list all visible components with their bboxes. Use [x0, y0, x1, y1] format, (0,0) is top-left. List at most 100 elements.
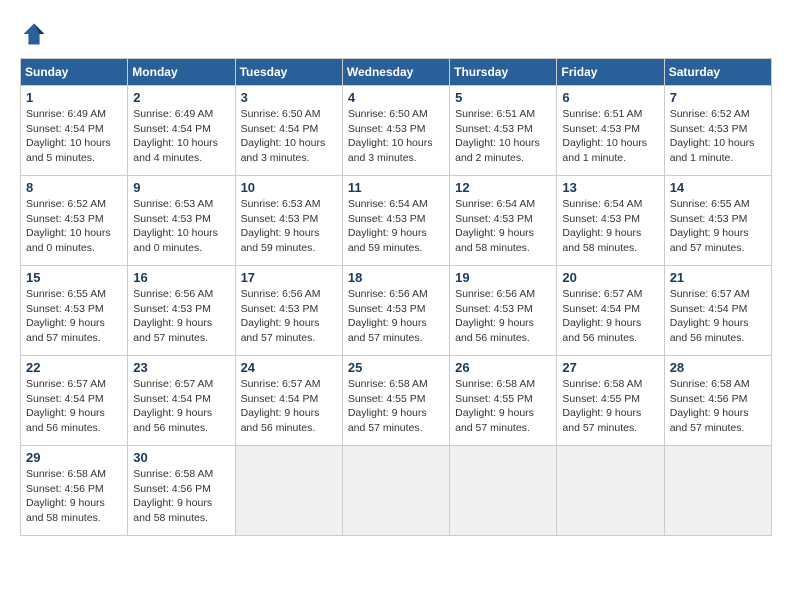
day-number: 12: [455, 180, 551, 195]
day-info: Sunrise: 6:54 AM Sunset: 4:53 PM Dayligh…: [562, 197, 658, 256]
calendar-week-3: 15 Sunrise: 6:55 AM Sunset: 4:53 PM Dayl…: [21, 266, 772, 356]
day-info: Sunrise: 6:56 AM Sunset: 4:53 PM Dayligh…: [455, 287, 551, 346]
day-info: Sunrise: 6:58 AM Sunset: 4:55 PM Dayligh…: [455, 377, 551, 436]
day-number: 15: [26, 270, 122, 285]
day-header-tuesday: Tuesday: [235, 59, 342, 86]
calendar-cell: 22 Sunrise: 6:57 AM Sunset: 4:54 PM Dayl…: [21, 356, 128, 446]
calendar-week-1: 1 Sunrise: 6:49 AM Sunset: 4:54 PM Dayli…: [21, 86, 772, 176]
calendar-cell: 29 Sunrise: 6:58 AM Sunset: 4:56 PM Dayl…: [21, 446, 128, 536]
day-info: Sunrise: 6:58 AM Sunset: 4:55 PM Dayligh…: [562, 377, 658, 436]
day-info: Sunrise: 6:50 AM Sunset: 4:53 PM Dayligh…: [348, 107, 444, 166]
day-number: 8: [26, 180, 122, 195]
day-info: Sunrise: 6:58 AM Sunset: 4:55 PM Dayligh…: [348, 377, 444, 436]
calendar-cell: 4 Sunrise: 6:50 AM Sunset: 4:53 PM Dayli…: [342, 86, 449, 176]
day-info: Sunrise: 6:57 AM Sunset: 4:54 PM Dayligh…: [670, 287, 766, 346]
calendar-cell: 7 Sunrise: 6:52 AM Sunset: 4:53 PM Dayli…: [664, 86, 771, 176]
calendar-cell: 17 Sunrise: 6:56 AM Sunset: 4:53 PM Dayl…: [235, 266, 342, 356]
day-info: Sunrise: 6:56 AM Sunset: 4:53 PM Dayligh…: [348, 287, 444, 346]
day-info: Sunrise: 6:56 AM Sunset: 4:53 PM Dayligh…: [133, 287, 229, 346]
day-number: 6: [562, 90, 658, 105]
day-number: 20: [562, 270, 658, 285]
day-info: Sunrise: 6:58 AM Sunset: 4:56 PM Dayligh…: [26, 467, 122, 526]
calendar-cell: 18 Sunrise: 6:56 AM Sunset: 4:53 PM Dayl…: [342, 266, 449, 356]
calendar-week-5: 29 Sunrise: 6:58 AM Sunset: 4:56 PM Dayl…: [21, 446, 772, 536]
day-number: 28: [670, 360, 766, 375]
calendar-cell: 24 Sunrise: 6:57 AM Sunset: 4:54 PM Dayl…: [235, 356, 342, 446]
day-number: 10: [241, 180, 337, 195]
day-info: Sunrise: 6:54 AM Sunset: 4:53 PM Dayligh…: [455, 197, 551, 256]
calendar-cell: 23 Sunrise: 6:57 AM Sunset: 4:54 PM Dayl…: [128, 356, 235, 446]
calendar-cell: [664, 446, 771, 536]
day-header-sunday: Sunday: [21, 59, 128, 86]
calendar-cell: [235, 446, 342, 536]
day-info: Sunrise: 6:58 AM Sunset: 4:56 PM Dayligh…: [133, 467, 229, 526]
day-info: Sunrise: 6:57 AM Sunset: 4:54 PM Dayligh…: [26, 377, 122, 436]
calendar-cell: 26 Sunrise: 6:58 AM Sunset: 4:55 PM Dayl…: [450, 356, 557, 446]
calendar-cell: 3 Sunrise: 6:50 AM Sunset: 4:54 PM Dayli…: [235, 86, 342, 176]
calendar-cell: 2 Sunrise: 6:49 AM Sunset: 4:54 PM Dayli…: [128, 86, 235, 176]
calendar-cell: 25 Sunrise: 6:58 AM Sunset: 4:55 PM Dayl…: [342, 356, 449, 446]
day-number: 3: [241, 90, 337, 105]
day-info: Sunrise: 6:53 AM Sunset: 4:53 PM Dayligh…: [133, 197, 229, 256]
day-info: Sunrise: 6:49 AM Sunset: 4:54 PM Dayligh…: [26, 107, 122, 166]
day-number: 27: [562, 360, 658, 375]
calendar-table: SundayMondayTuesdayWednesdayThursdayFrid…: [20, 58, 772, 536]
day-info: Sunrise: 6:52 AM Sunset: 4:53 PM Dayligh…: [26, 197, 122, 256]
day-info: Sunrise: 6:56 AM Sunset: 4:53 PM Dayligh…: [241, 287, 337, 346]
calendar-cell: [342, 446, 449, 536]
day-number: 5: [455, 90, 551, 105]
day-header-wednesday: Wednesday: [342, 59, 449, 86]
day-number: 29: [26, 450, 122, 465]
calendar-cell: [557, 446, 664, 536]
day-number: 2: [133, 90, 229, 105]
day-info: Sunrise: 6:51 AM Sunset: 4:53 PM Dayligh…: [455, 107, 551, 166]
calendar-header-row: SundayMondayTuesdayWednesdayThursdayFrid…: [21, 59, 772, 86]
day-info: Sunrise: 6:50 AM Sunset: 4:54 PM Dayligh…: [241, 107, 337, 166]
day-info: Sunrise: 6:51 AM Sunset: 4:53 PM Dayligh…: [562, 107, 658, 166]
calendar-cell: 5 Sunrise: 6:51 AM Sunset: 4:53 PM Dayli…: [450, 86, 557, 176]
day-header-friday: Friday: [557, 59, 664, 86]
calendar-cell: 11 Sunrise: 6:54 AM Sunset: 4:53 PM Dayl…: [342, 176, 449, 266]
calendar-cell: 8 Sunrise: 6:52 AM Sunset: 4:53 PM Dayli…: [21, 176, 128, 266]
day-number: 1: [26, 90, 122, 105]
day-number: 11: [348, 180, 444, 195]
day-number: 9: [133, 180, 229, 195]
calendar-cell: 27 Sunrise: 6:58 AM Sunset: 4:55 PM Dayl…: [557, 356, 664, 446]
day-info: Sunrise: 6:55 AM Sunset: 4:53 PM Dayligh…: [670, 197, 766, 256]
day-header-saturday: Saturday: [664, 59, 771, 86]
day-header-thursday: Thursday: [450, 59, 557, 86]
day-header-monday: Monday: [128, 59, 235, 86]
calendar-cell: 21 Sunrise: 6:57 AM Sunset: 4:54 PM Dayl…: [664, 266, 771, 356]
day-info: Sunrise: 6:57 AM Sunset: 4:54 PM Dayligh…: [133, 377, 229, 436]
calendar-cell: 6 Sunrise: 6:51 AM Sunset: 4:53 PM Dayli…: [557, 86, 664, 176]
day-number: 13: [562, 180, 658, 195]
day-number: 24: [241, 360, 337, 375]
day-info: Sunrise: 6:58 AM Sunset: 4:56 PM Dayligh…: [670, 377, 766, 436]
calendar-cell: 10 Sunrise: 6:53 AM Sunset: 4:53 PM Dayl…: [235, 176, 342, 266]
day-number: 25: [348, 360, 444, 375]
calendar-cell: 14 Sunrise: 6:55 AM Sunset: 4:53 PM Dayl…: [664, 176, 771, 266]
calendar-cell: 12 Sunrise: 6:54 AM Sunset: 4:53 PM Dayl…: [450, 176, 557, 266]
day-number: 17: [241, 270, 337, 285]
day-info: Sunrise: 6:49 AM Sunset: 4:54 PM Dayligh…: [133, 107, 229, 166]
calendar-cell: 13 Sunrise: 6:54 AM Sunset: 4:53 PM Dayl…: [557, 176, 664, 266]
day-number: 14: [670, 180, 766, 195]
day-info: Sunrise: 6:57 AM Sunset: 4:54 PM Dayligh…: [562, 287, 658, 346]
day-number: 18: [348, 270, 444, 285]
page-header: [20, 20, 772, 48]
day-number: 21: [670, 270, 766, 285]
calendar-cell: 19 Sunrise: 6:56 AM Sunset: 4:53 PM Dayl…: [450, 266, 557, 356]
calendar-cell: 15 Sunrise: 6:55 AM Sunset: 4:53 PM Dayl…: [21, 266, 128, 356]
calendar-cell: 1 Sunrise: 6:49 AM Sunset: 4:54 PM Dayli…: [21, 86, 128, 176]
day-info: Sunrise: 6:55 AM Sunset: 4:53 PM Dayligh…: [26, 287, 122, 346]
calendar-cell: 16 Sunrise: 6:56 AM Sunset: 4:53 PM Dayl…: [128, 266, 235, 356]
day-number: 30: [133, 450, 229, 465]
logo-icon: [20, 20, 48, 48]
day-info: Sunrise: 6:53 AM Sunset: 4:53 PM Dayligh…: [241, 197, 337, 256]
calendar-week-2: 8 Sunrise: 6:52 AM Sunset: 4:53 PM Dayli…: [21, 176, 772, 266]
day-number: 7: [670, 90, 766, 105]
day-number: 16: [133, 270, 229, 285]
logo: [20, 20, 52, 48]
calendar-cell: [450, 446, 557, 536]
calendar-cell: 20 Sunrise: 6:57 AM Sunset: 4:54 PM Dayl…: [557, 266, 664, 356]
